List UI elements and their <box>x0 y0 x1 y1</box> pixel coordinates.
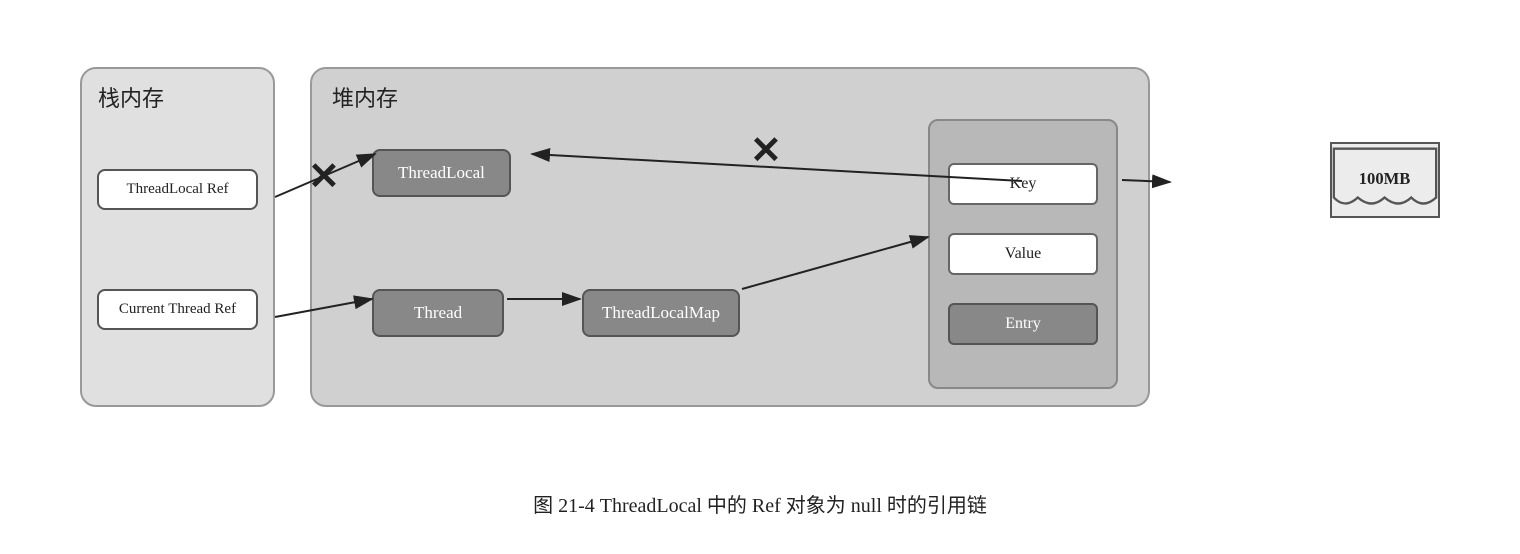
diagram-area: 栈内存 ThreadLocal Ref Current Thread Ref 堆内存 T… <box>70 37 1450 467</box>
heap-memory-box: 堆内存 ThreadLocal Thread ThreadLocalMap Key Val… <box>310 67 1150 407</box>
stack-memory-box: 栈内存 ThreadLocal Ref Current Thread Ref <box>80 67 275 407</box>
threadlocal-ref-box: ThreadLocal Ref <box>97 169 258 210</box>
caption: 图 21-4 ThreadLocal 中的 Ref 对象为 null 时的引用链 <box>533 489 987 518</box>
value-box: Value <box>948 233 1098 275</box>
size-container: 100MB <box>1330 142 1440 218</box>
size-box: 100MB <box>1330 142 1440 218</box>
stack-label: 栈内存 <box>98 81 164 113</box>
heap-label: 堆内存 <box>332 81 398 113</box>
threadlocal-node: ThreadLocal <box>372 149 511 197</box>
svg-text:100MB: 100MB <box>1359 168 1411 187</box>
threadlocalmap-node: ThreadLocalMap <box>582 289 740 337</box>
key-box: Key <box>948 163 1098 205</box>
current-thread-ref-box: Current Thread Ref <box>97 289 258 330</box>
entry-box: Entry <box>948 303 1098 345</box>
thread-node: Thread <box>372 289 504 337</box>
diagram-wrapper: 栈内存 ThreadLocal Ref Current Thread Ref 堆内存 T… <box>70 37 1450 518</box>
bookmark-svg: 100MB <box>1332 144 1438 216</box>
entry-group: Key Value Entry <box>928 119 1118 389</box>
